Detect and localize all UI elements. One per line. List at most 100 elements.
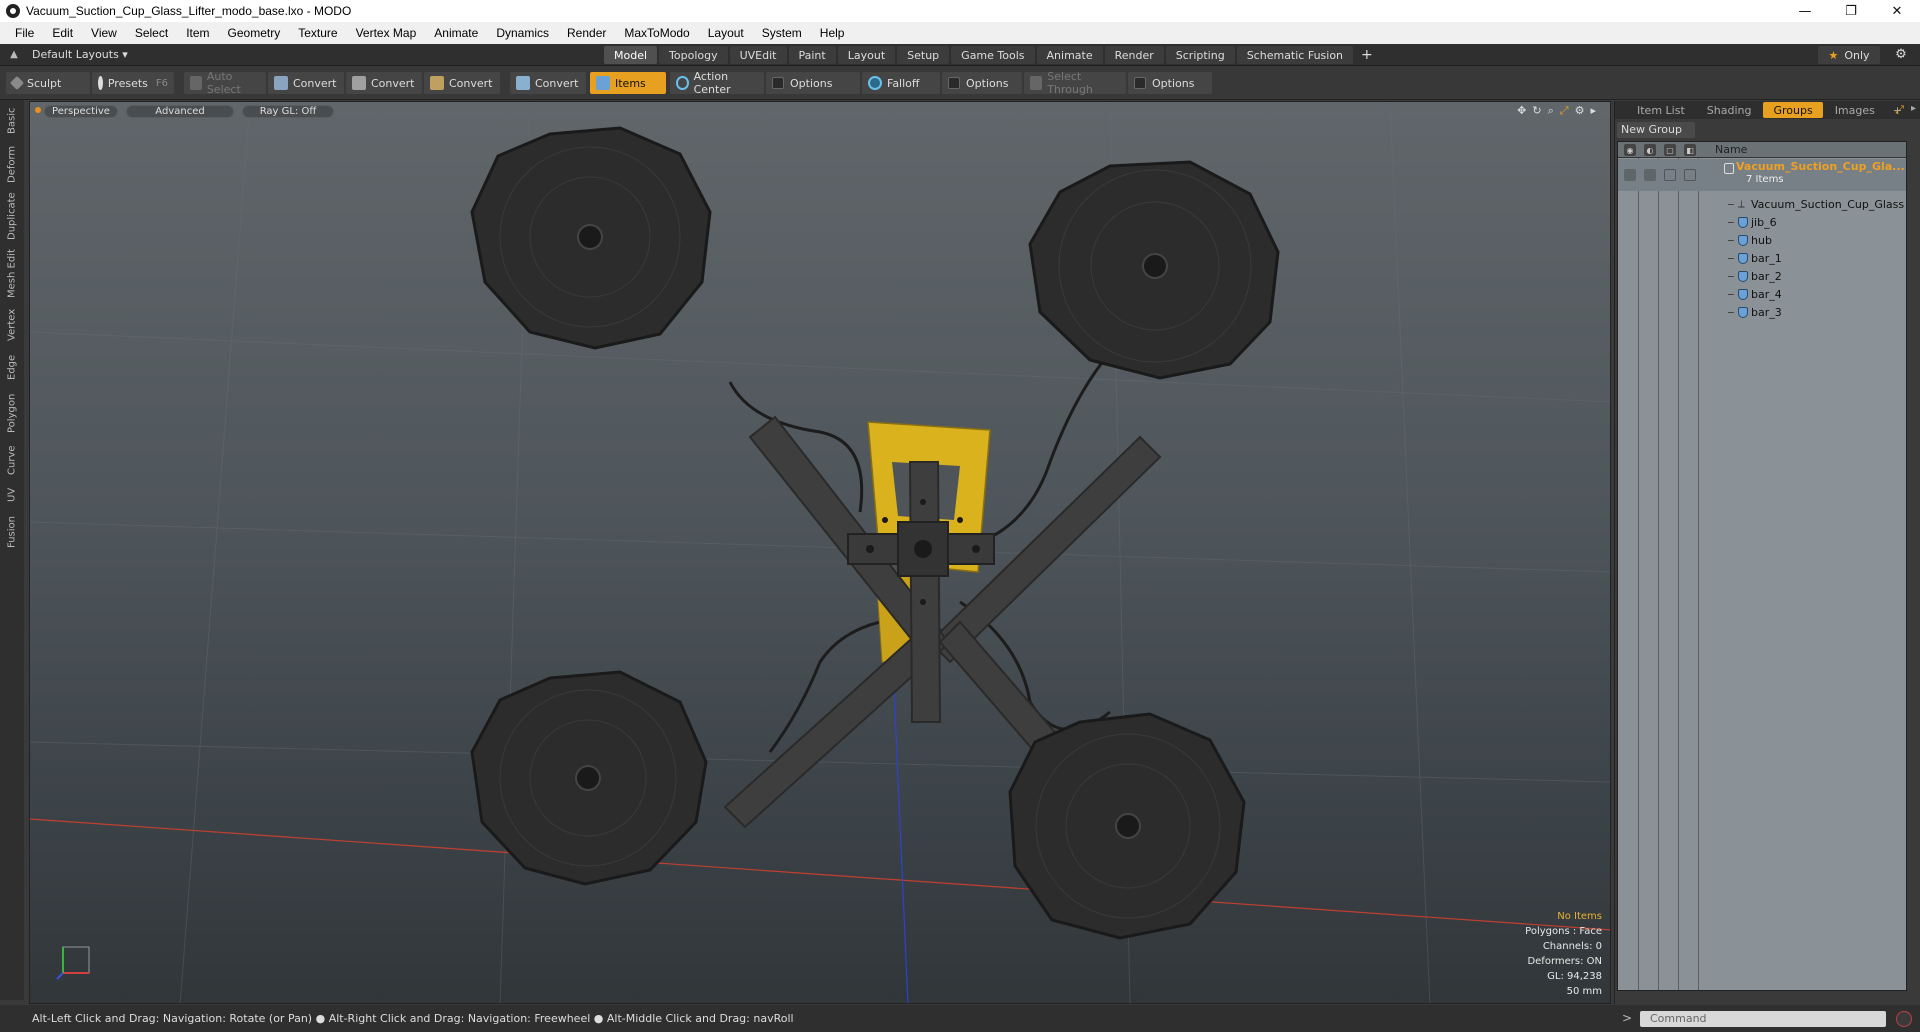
options-checkbox[interactable]: [948, 77, 960, 89]
tab-layout[interactable]: Layout: [837, 46, 896, 64]
lock-column-icon[interactable]: ▢: [1664, 144, 1676, 156]
presets-shortcut: F6: [155, 77, 168, 89]
tab-fusion[interactable]: Fusion: [3, 512, 21, 552]
convert-material-button[interactable]: Convert: [510, 72, 586, 94]
tab-schematic-fusion[interactable]: Schematic Fusion: [1236, 46, 1354, 64]
tab-basic[interactable]: Basic: [3, 104, 21, 138]
command-input[interactable]: Command: [1640, 1011, 1886, 1027]
auto-select-button[interactable]: Auto Select: [184, 70, 266, 96]
render-column-icon[interactable]: ◐: [1644, 144, 1656, 156]
viewport-settings-icon[interactable]: ⚙: [1575, 104, 1585, 118]
group-visibility-toggle[interactable]: [1624, 169, 1636, 181]
list-item[interactable]: bar_2: [1618, 268, 1906, 286]
new-group-button[interactable]: New Group: [1617, 122, 1695, 138]
tab-edge[interactable]: Edge: [3, 350, 21, 384]
group-render-toggle[interactable]: [1644, 169, 1656, 181]
convert-vertex-button[interactable]: Convert: [268, 72, 344, 94]
falloff-button[interactable]: Falloff: [862, 72, 940, 94]
select-column-icon[interactable]: ◧: [1684, 144, 1696, 156]
tab-vertex[interactable]: Vertex: [3, 306, 21, 344]
menu-texture[interactable]: Texture: [289, 26, 346, 40]
expand-panel-icon[interactable]: ⤢: [1895, 103, 1904, 117]
action-center-options-button[interactable]: Options: [766, 72, 860, 94]
tab-scripting[interactable]: Scripting: [1165, 46, 1235, 64]
options-checkbox[interactable]: [1134, 77, 1146, 89]
minimize-button[interactable]: —: [1782, 0, 1828, 22]
rotate-icon[interactable]: ↻: [1532, 104, 1541, 118]
menu-dynamics[interactable]: Dynamics: [487, 26, 558, 40]
3d-viewport[interactable]: Perspective Advanced Ray GL: Off ✥ ↻ ⌕ ⤢…: [29, 101, 1611, 1004]
items-mode-button[interactable]: Items: [590, 72, 666, 94]
group-lock-toggle[interactable]: [1664, 169, 1676, 181]
tab-deform[interactable]: Deform: [3, 144, 21, 184]
list-item[interactable]: bar_3: [1618, 304, 1906, 322]
menu-layout[interactable]: Layout: [699, 26, 753, 40]
tab-render[interactable]: Render: [1104, 46, 1164, 64]
tab-item-list[interactable]: Item List: [1627, 102, 1695, 118]
pan-icon[interactable]: ✥: [1517, 104, 1526, 118]
expand-arrow-icon[interactable]: ▸: [1590, 104, 1596, 118]
layout-select[interactable]: Default Layouts ▾: [32, 48, 172, 61]
visibility-column-icon[interactable]: ◉: [1624, 144, 1636, 156]
presets-button[interactable]: Presets F6: [92, 72, 174, 94]
select-through-options-button[interactable]: Options: [1128, 72, 1212, 94]
menu-view[interactable]: View: [82, 26, 126, 40]
tab-model[interactable]: Model: [604, 46, 658, 64]
convert-edge-button[interactable]: Convert: [346, 72, 422, 94]
tab-uvedit[interactable]: UVEdit: [729, 46, 787, 64]
group-title[interactable]: Vacuum_Suction_Cup_Gla...: [1736, 160, 1905, 173]
menu-vertex-map[interactable]: Vertex Map: [347, 26, 426, 40]
collapse-up-icon[interactable]: ▲: [0, 44, 28, 66]
tab-paint[interactable]: Paint: [788, 46, 836, 64]
menu-help[interactable]: Help: [811, 26, 854, 40]
sculpt-button[interactable]: Sculpt: [6, 72, 90, 94]
tab-topology[interactable]: Topology: [659, 46, 728, 64]
menu-select[interactable]: Select: [126, 26, 177, 40]
menu-system[interactable]: System: [753, 26, 811, 40]
group-select-toggle[interactable]: [1684, 169, 1696, 181]
select-through-button[interactable]: Select Through: [1024, 70, 1126, 96]
raygl-button[interactable]: Ray GL: Off: [242, 105, 334, 118]
list-item[interactable]: jib_6: [1618, 214, 1906, 232]
action-center-button[interactable]: Action Center: [670, 70, 764, 96]
list-item[interactable]: bar_1: [1618, 250, 1906, 268]
view-mode-button[interactable]: Perspective: [44, 105, 118, 118]
options-checkbox[interactable]: [772, 77, 784, 89]
only-button[interactable]: ★ Only: [1818, 46, 1880, 64]
tab-polygon[interactable]: Polygon: [3, 390, 21, 436]
viewport-menu-icon[interactable]: [35, 107, 41, 113]
menu-animate[interactable]: Animate: [425, 26, 487, 40]
polygons-status: Polygons : Face: [1525, 926, 1602, 937]
tab-shading[interactable]: Shading: [1697, 102, 1762, 118]
falloff-options-button[interactable]: Options: [942, 72, 1022, 94]
menu-render[interactable]: Render: [558, 26, 615, 40]
tab-uv[interactable]: UV: [3, 484, 21, 506]
fit-icon[interactable]: ⤢: [1560, 104, 1569, 118]
add-tab-icon[interactable]: +: [1361, 46, 1373, 64]
panel-arrow-icon[interactable]: ▸: [1911, 103, 1916, 114]
close-button[interactable]: ✕: [1874, 0, 1920, 22]
menu-edit[interactable]: Edit: [43, 26, 82, 40]
menu-file[interactable]: File: [6, 26, 43, 40]
tab-groups[interactable]: Groups: [1763, 102, 1823, 118]
zoom-icon[interactable]: ⌕: [1548, 104, 1554, 118]
tab-game-tools[interactable]: Game Tools: [951, 46, 1035, 64]
convert-polygon-button[interactable]: Convert: [424, 72, 500, 94]
list-item[interactable]: ⟂ Vacuum_Suction_Cup_Glass ...: [1618, 196, 1906, 214]
tab-curve[interactable]: Curve: [3, 442, 21, 478]
tab-images[interactable]: Images: [1825, 102, 1885, 118]
tab-duplicate[interactable]: Duplicate: [3, 190, 21, 242]
menu-item[interactable]: Item: [177, 26, 218, 40]
list-item[interactable]: bar_4: [1618, 286, 1906, 304]
maximize-button[interactable]: ❐: [1828, 0, 1874, 22]
gear-icon[interactable]: ⚙: [1892, 46, 1910, 64]
tab-animate[interactable]: Animate: [1036, 46, 1103, 64]
menu-maxtomodo[interactable]: MaxToModo: [615, 26, 698, 40]
tab-mesh-edit[interactable]: Mesh Edit: [3, 248, 21, 300]
name-column-header[interactable]: Name: [1715, 143, 1747, 156]
menu-geometry[interactable]: Geometry: [219, 26, 290, 40]
record-icon[interactable]: [1896, 1011, 1912, 1027]
list-item[interactable]: hub: [1618, 232, 1906, 250]
shading-mode-button[interactable]: Advanced: [126, 105, 234, 118]
tab-setup[interactable]: Setup: [897, 46, 950, 64]
